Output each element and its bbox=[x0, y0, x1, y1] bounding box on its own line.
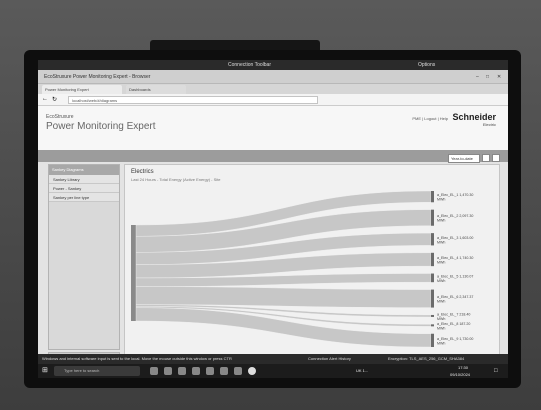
address-bar: ← ↻ localhost/web/#/diagrams bbox=[38, 94, 508, 106]
taskbar-search[interactable]: Type here to search bbox=[54, 366, 140, 376]
sidebar-item-line-type[interactable]: Sankey per line type bbox=[49, 193, 119, 202]
remote-connection-bar: Connection Toolbar Options bbox=[38, 60, 508, 70]
export-icon[interactable] bbox=[482, 154, 490, 162]
sankey-target-node[interactable] bbox=[431, 273, 434, 283]
sankey-target-node[interactable] bbox=[431, 233, 434, 246]
browser-tab-strip: Power Monitoring Expert Dashboards bbox=[38, 84, 508, 94]
app-icon-3[interactable] bbox=[192, 367, 200, 375]
app-toolbar bbox=[38, 150, 508, 162]
schneider-logo-sub: Electric bbox=[482, 122, 496, 127]
maximize-icon[interactable]: □ bbox=[486, 70, 489, 84]
sankey-target-node[interactable] bbox=[431, 252, 434, 267]
app-title: Power Monitoring Expert bbox=[46, 121, 156, 132]
sankey-target-unit: MWh bbox=[437, 279, 445, 283]
status-message: Windows and internal software input is s… bbox=[42, 356, 232, 361]
user-links[interactable]: PME | Logout | Help bbox=[412, 116, 448, 121]
sankey-target-label: a_Elec_EL_6 2,347.37 bbox=[437, 295, 473, 299]
sankey-target-unit: MWh bbox=[437, 198, 445, 202]
sankey-target-unit: MWh bbox=[437, 326, 445, 330]
app-header: EcoStruxure Power Monitoring Expert PME … bbox=[38, 106, 508, 150]
back-icon[interactable]: ← bbox=[42, 96, 48, 102]
sidebar: Sankey Diagrams Sankey Library Power - S… bbox=[48, 164, 120, 350]
sankey-panel: Electrics Last 24 Hours - Total Energy (… bbox=[124, 164, 500, 362]
sankey-target-label: a_Elec_EL_7 218.40 bbox=[437, 312, 470, 316]
sankey-target-label: a_Elec_EL_9 1,730.00 bbox=[437, 337, 473, 341]
windows-start-icon[interactable]: ⊞ bbox=[42, 364, 48, 378]
tab-power-monitoring[interactable]: Power Monitoring Expert bbox=[42, 85, 122, 94]
clock-time[interactable]: 17:30 bbox=[458, 364, 468, 371]
remote-bar-options[interactable]: Options bbox=[418, 60, 435, 70]
sankey-target-label: a_Elec_EL_3 1,603.00 bbox=[437, 236, 473, 240]
sankey-chart: Main_EMU_ELE_EMVTotal: 10,714.3 MWha_Ele… bbox=[131, 190, 473, 348]
sankey-link[interactable] bbox=[135, 307, 432, 348]
app-icon-2[interactable] bbox=[178, 367, 186, 375]
browser-window-title: EcoStruxure Power Monitoring Expert - Br… bbox=[44, 74, 151, 80]
sankey-target-node[interactable] bbox=[431, 289, 434, 308]
sankey-target-unit: MWh bbox=[437, 219, 445, 223]
sankey-target-label: a_Elec_EL_2 2,097.30 bbox=[437, 214, 473, 218]
minimize-icon[interactable]: – bbox=[476, 70, 479, 84]
clock-date[interactable]: 09/10/2024 bbox=[450, 371, 470, 378]
app-icon-5[interactable] bbox=[220, 367, 228, 375]
refresh-icon[interactable]: ↻ bbox=[52, 96, 57, 103]
time-range-select[interactable]: Year-to-date bbox=[448, 154, 480, 163]
sankey-target-node[interactable] bbox=[431, 333, 434, 347]
sidebar-item-library[interactable]: Sankey Library bbox=[49, 175, 119, 184]
windows-taskbar: ⊞ Type here to search UK 1... 17:30 09/1… bbox=[38, 364, 508, 378]
sankey-target-unit: MWh bbox=[437, 317, 445, 321]
sankey-target-unit: MWh bbox=[437, 240, 445, 244]
app-icon-6[interactable] bbox=[234, 367, 242, 375]
sankey-target-label: a_Elec_EL_5 1,130.07 bbox=[437, 274, 473, 278]
brand-small: EcoStruxure bbox=[46, 114, 74, 120]
sankey-target-label: a_Elec_EL_8 187.20 bbox=[437, 322, 470, 326]
taskview-icon[interactable] bbox=[150, 367, 158, 375]
sankey-target-node[interactable] bbox=[431, 324, 434, 327]
connection-alert-history[interactable]: Connection Alert History bbox=[308, 354, 351, 364]
sankey-source-node[interactable] bbox=[131, 225, 136, 321]
sidebar-header: Sankey Diagrams bbox=[49, 165, 119, 175]
remote-status-bar: Windows and internal software input is s… bbox=[38, 354, 508, 364]
app-icon-4[interactable] bbox=[206, 367, 214, 375]
url-field[interactable]: localhost/web/#/diagrams bbox=[68, 96, 318, 104]
sankey-target-node[interactable] bbox=[431, 191, 434, 203]
sankey-link[interactable] bbox=[135, 286, 432, 308]
browser-titlebar: EcoStruxure Power Monitoring Expert - Br… bbox=[38, 70, 508, 84]
language-indicator[interactable]: UK 1... bbox=[356, 364, 368, 378]
close-icon[interactable]: ✕ bbox=[497, 70, 501, 84]
screen: Connection Toolbar Options EcoStruxure P… bbox=[38, 60, 508, 378]
sankey-target-unit: MWh bbox=[437, 341, 445, 345]
sankey-target-label: a_Elec_EL_4 1,740.30 bbox=[437, 256, 473, 260]
sankey-target-node[interactable] bbox=[431, 314, 434, 317]
sankey-target-unit: MWh bbox=[437, 300, 445, 304]
notification-icon[interactable]: □ bbox=[494, 364, 498, 378]
tab-dashboards[interactable]: Dashboards bbox=[126, 85, 186, 94]
remote-bar-title[interactable]: Connection Toolbar bbox=[228, 60, 271, 70]
browser-app-icon[interactable] bbox=[248, 367, 256, 375]
app-icon-1[interactable] bbox=[164, 367, 172, 375]
encryption-status: Encryption: TLS_AES_256_GCM_SHA384 bbox=[388, 356, 465, 361]
menu-icon[interactable] bbox=[492, 154, 500, 162]
sankey-target-unit: MWh bbox=[437, 260, 445, 264]
schneider-logo: Schneider bbox=[452, 112, 496, 122]
sidebar-item-power[interactable]: Power - Sankey bbox=[49, 184, 119, 193]
sankey-target-node[interactable] bbox=[431, 209, 434, 226]
sankey-target-label: a_Elec_EL_1 1,470.30 bbox=[437, 193, 473, 197]
